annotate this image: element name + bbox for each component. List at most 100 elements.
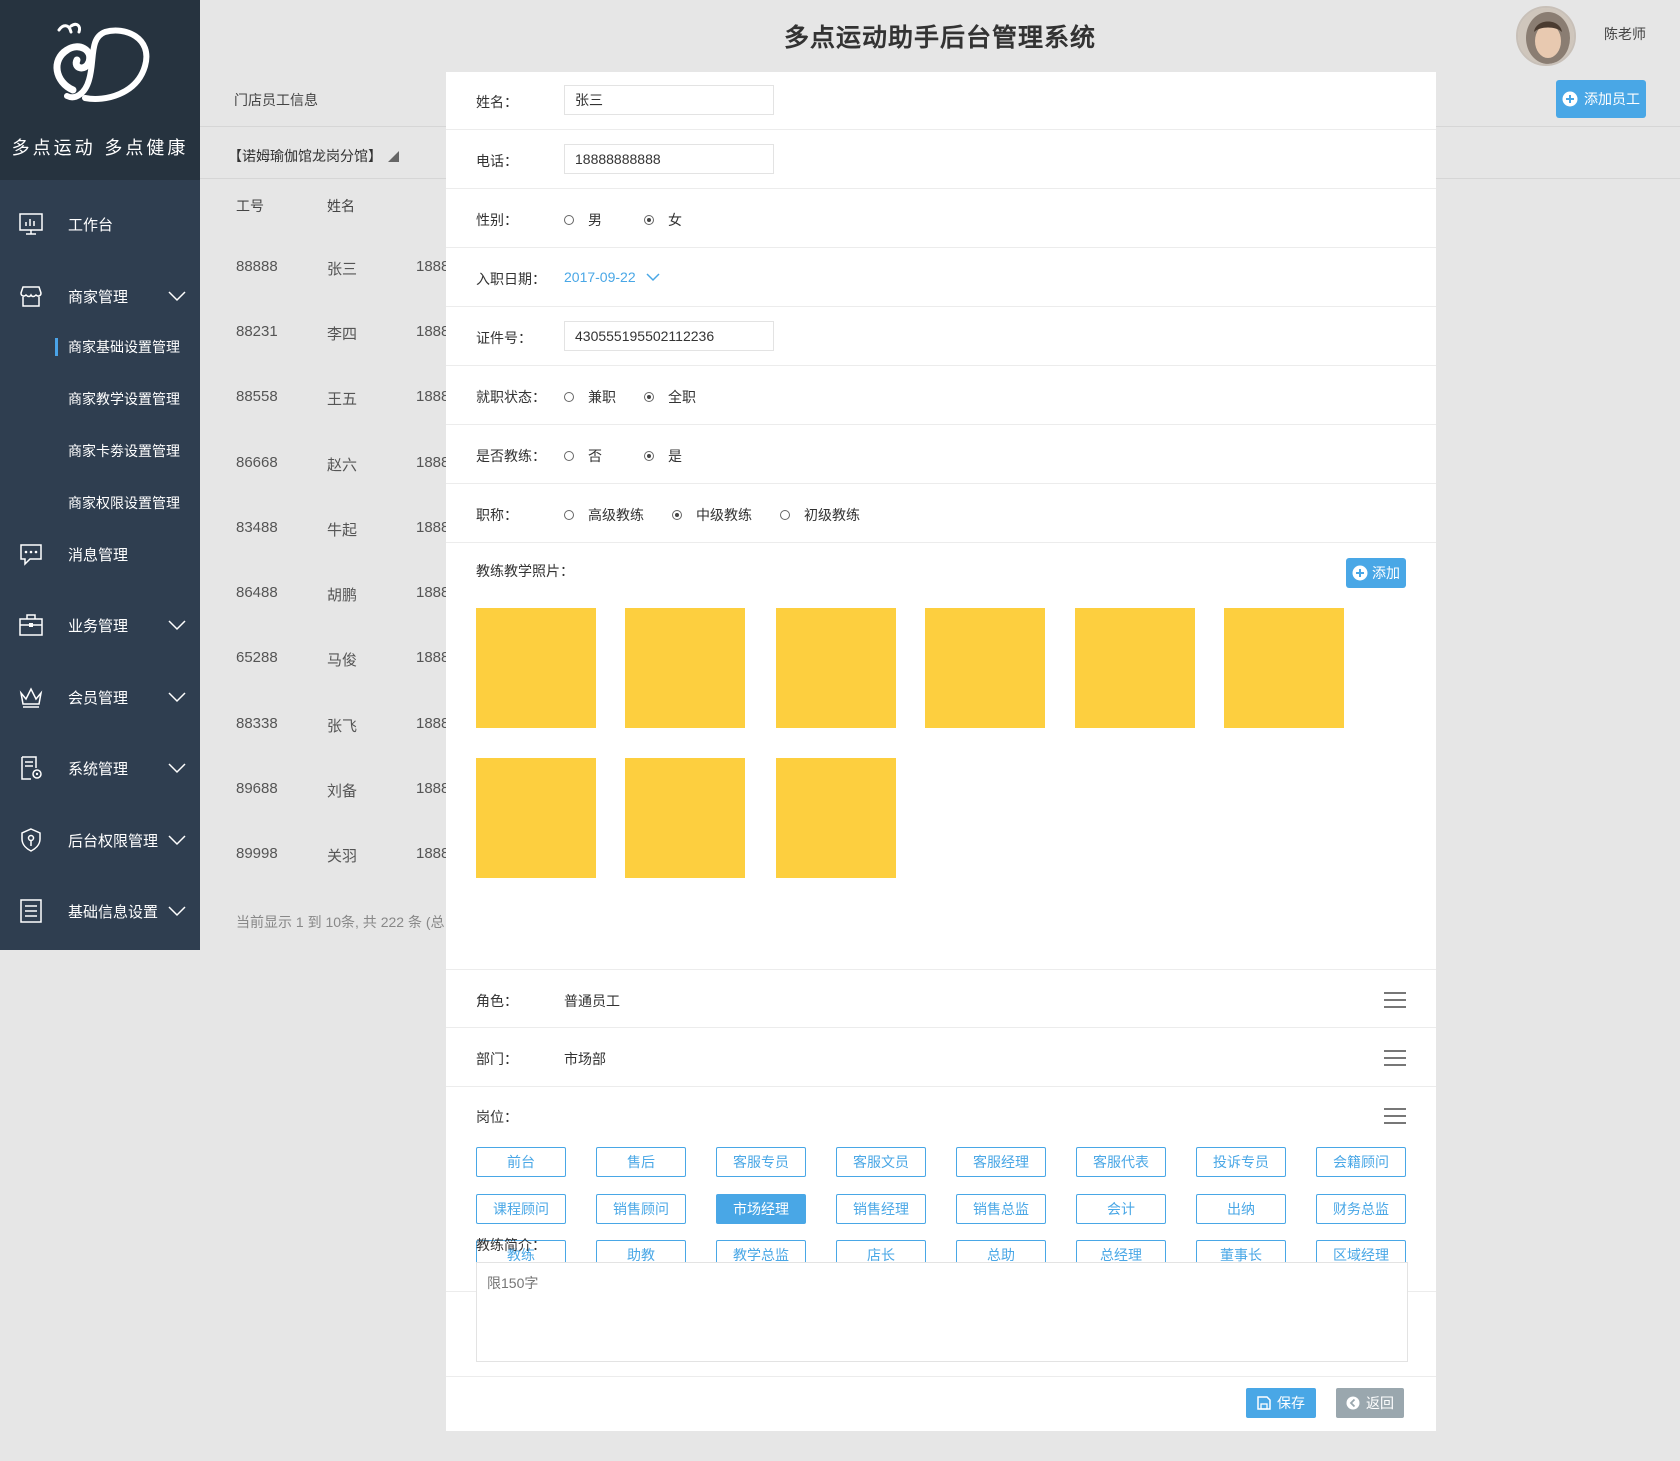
save-label: 保存 [1277, 1395, 1305, 1411]
cell-staff-id: 65288 [236, 649, 278, 666]
coach-photo-thumbnail[interactable] [625, 608, 745, 728]
cell-staff-phone: 1888 [416, 845, 450, 862]
hamburger-menu-icon[interactable] [1384, 1108, 1406, 1126]
active-marker [55, 338, 58, 356]
position-tag[interactable]: 客服经理 [956, 1147, 1046, 1177]
add-staff-button[interactable]: 添加员工 [1556, 80, 1646, 118]
coach-photo-thumbnail[interactable] [476, 608, 596, 728]
page-title: 多点运动助手后台管理系统 [783, 24, 1096, 52]
chevron-down-icon [168, 763, 186, 774]
position-tag[interactable]: 销售经理 [836, 1194, 926, 1224]
form-row-hire-date: 入职日期： 2017-09-22 [446, 248, 1436, 307]
phone-label: 电话： [476, 153, 518, 169]
sidebar-item-members[interactable]: 会员管理 [0, 677, 200, 717]
save-file-icon [1257, 1396, 1271, 1410]
pagination-info: 当前显示 1 到 10条, 共 222 条 (总 [236, 914, 445, 930]
sidebar-subitem-teaching-settings[interactable]: 商家教学设置管理 [0, 382, 200, 416]
coach-intro-textarea[interactable] [476, 1262, 1408, 1362]
cell-staff-phone: 1888 [416, 454, 450, 471]
sidebar-item-basic-info[interactable]: 基础信息设置 [0, 891, 200, 931]
title-radio-intermediate[interactable]: 中级教练 [672, 505, 752, 525]
coach-photo-thumbnail[interactable] [1075, 608, 1195, 728]
employment-radio-part-time[interactable]: 兼职 [564, 387, 616, 407]
coach-photo-thumbnail[interactable] [925, 608, 1045, 728]
briefcase-icon [19, 614, 43, 636]
radio-label: 兼职 [588, 389, 616, 405]
position-tag[interactable]: 销售总监 [956, 1194, 1046, 1224]
is-coach-radio-no[interactable]: 否 [564, 446, 602, 466]
cell-staff-phone: 1888 [416, 388, 450, 405]
shield-key-icon [21, 828, 41, 852]
sidebar-subitem-permission-settings[interactable]: 商家权限设置管理 [0, 486, 200, 520]
gender-radio-male[interactable]: 男 [564, 210, 602, 230]
position-tag[interactable]: 财务总监 [1316, 1194, 1406, 1224]
position-tag[interactable]: 出纳 [1196, 1194, 1286, 1224]
avatar[interactable] [1516, 6, 1576, 66]
position-tag[interactable]: 会计 [1076, 1194, 1166, 1224]
radio-label: 全职 [668, 389, 696, 405]
sidebar-item-workbench[interactable]: 工作台 [0, 204, 200, 244]
sidebar-subitem-basic-settings[interactable]: 商家基础设置管理 [0, 330, 200, 364]
sidebar-item-business[interactable]: 业务管理 [0, 605, 200, 645]
position-tag[interactable]: 客服文员 [836, 1147, 926, 1177]
add-photo-button[interactable]: 添加 [1346, 558, 1406, 588]
sidebar-item-label: 后台权限管理 [68, 832, 159, 850]
plus-circle-icon [1562, 91, 1578, 107]
sidebar-item-messages[interactable]: 消息管理 [0, 534, 200, 574]
position-tag[interactable]: 客服代表 [1076, 1147, 1166, 1177]
role-value[interactable]: 普通员工 [564, 991, 620, 1011]
cell-staff-phone: 1888 [416, 649, 450, 666]
position-tag[interactable]: 投诉专员 [1196, 1147, 1286, 1177]
sidebar-item-merchant[interactable]: 商家管理 [0, 276, 200, 316]
coach-photo-thumbnail[interactable] [776, 608, 896, 728]
position-tag[interactable]: 会籍顾问 [1316, 1147, 1406, 1177]
hamburger-menu-icon[interactable] [1384, 992, 1406, 1010]
department-value[interactable]: 市场部 [564, 1049, 606, 1069]
coach-photo-thumbnail[interactable] [476, 758, 596, 878]
id-number-input[interactable] [564, 321, 774, 351]
save-button[interactable]: 保存 [1246, 1388, 1316, 1418]
cell-staff-phone: 1888 [416, 519, 450, 536]
position-tag[interactable]: 客服专员 [716, 1147, 806, 1177]
sidebar: 多点运动 多点健康 工作台 商家管理 商家基础设置管理 商家教学设置管理 商家卡… [0, 0, 200, 950]
position-tag[interactable]: 销售顾问 [596, 1194, 686, 1224]
back-label: 返回 [1366, 1395, 1394, 1411]
gender-radio-female[interactable]: 女 [644, 210, 682, 230]
user-name[interactable]: 陈老师 [1604, 24, 1646, 44]
position-tag[interactable]: 前台 [476, 1147, 566, 1177]
employment-label: 就职状态： [476, 389, 546, 405]
cell-staff-name: 刘备 [327, 783, 358, 800]
logo-snail-d-icon [53, 22, 150, 102]
hire-date-picker[interactable]: 2017-09-22 [564, 269, 660, 285]
gender-radio-group: 男 女 [564, 210, 682, 230]
branch-selector[interactable]: 【诺姆瑜伽馆龙岗分馆】 [228, 146, 399, 166]
position-tag[interactable]: 市场经理 [716, 1194, 806, 1224]
monitor-chart-icon [19, 213, 43, 235]
sidebar-subitem-label: 商家教学设置管理 [68, 391, 180, 407]
is-coach-radio-group: 否 是 [564, 446, 682, 466]
form-row-role: 角色： 普通员工 [446, 970, 1436, 1028]
photos-label: 教练教学照片： [476, 563, 574, 579]
hire-date-label: 入职日期： [476, 271, 546, 287]
sidebar-item-admin-permissions[interactable]: 后台权限管理 [0, 820, 200, 860]
chevron-down-icon [168, 291, 186, 302]
is-coach-radio-yes[interactable]: 是 [644, 446, 682, 466]
title-radio-senior[interactable]: 高级教练 [564, 505, 644, 525]
name-input[interactable] [564, 85, 774, 115]
coach-photo-thumbnail[interactable] [625, 758, 745, 878]
back-button[interactable]: 返回 [1336, 1388, 1404, 1418]
employment-radio-group: 兼职 全职 [564, 387, 696, 407]
title-radio-junior[interactable]: 初级教练 [780, 505, 860, 525]
hamburger-menu-icon[interactable] [1384, 1050, 1406, 1068]
gender-label: 性别： [476, 212, 518, 228]
sidebar-item-system[interactable]: 系统管理 [0, 748, 200, 788]
coach-photo-thumbnail[interactable] [1224, 608, 1344, 728]
coach-photo-thumbnail[interactable] [776, 758, 896, 878]
phone-input[interactable] [564, 144, 774, 174]
position-tag[interactable]: 售后 [596, 1147, 686, 1177]
sidebar-item-label: 基础信息设置 [68, 903, 159, 921]
cell-staff-id: 88558 [236, 388, 278, 405]
position-tag[interactable]: 课程顾问 [476, 1194, 566, 1224]
employment-radio-full-time[interactable]: 全职 [644, 387, 696, 407]
sidebar-subitem-card-settings[interactable]: 商家卡劵设置管理 [0, 434, 200, 468]
